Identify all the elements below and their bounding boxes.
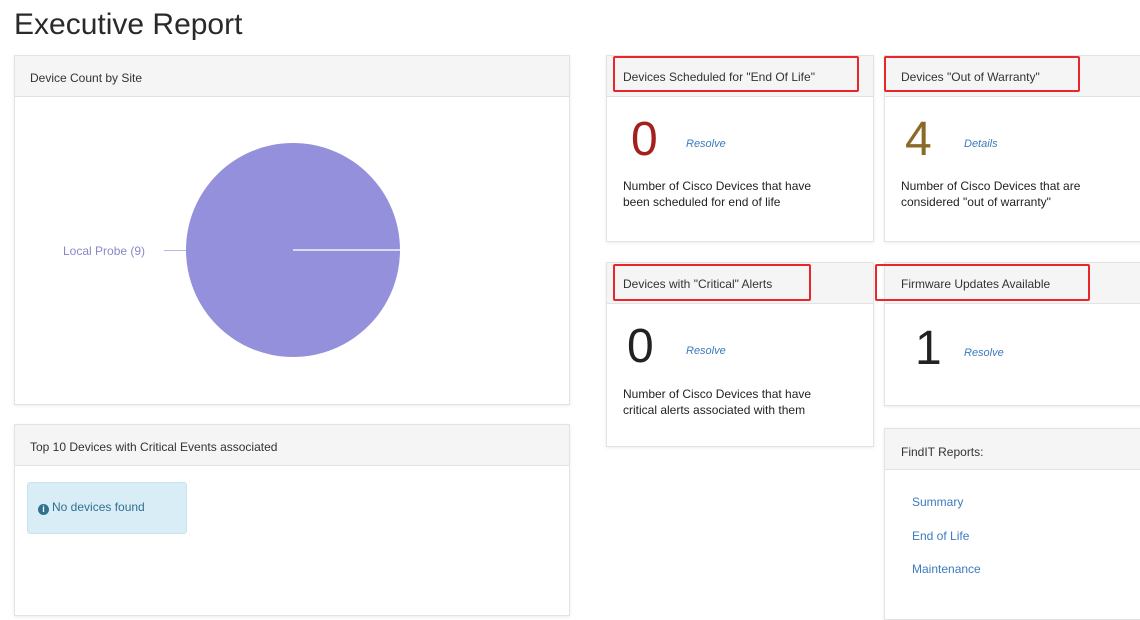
warranty-description-line2: considered "out of warranty" (901, 195, 1051, 209)
eol-count: 0 (631, 113, 658, 166)
report-link-end-of-life[interactable]: End of Life (912, 529, 969, 543)
empty-message: No devices found (52, 500, 145, 514)
info-icon: i (38, 504, 49, 515)
eol-title-highlight (613, 56, 859, 92)
eol-description-line1: Number of Cisco Devices that have (623, 179, 812, 193)
critical-description-line2: critical alerts associated with them (623, 403, 806, 417)
device-count-panel: Device Count by Site Local Probe (9) (14, 55, 570, 405)
page-title: Executive Report (14, 8, 243, 41)
pie-label-connector (164, 250, 186, 251)
eol-description-line2: been scheduled for end of life (623, 195, 781, 209)
warranty-description-line1: Number of Cisco Devices that are (901, 179, 1081, 193)
reports-panel: FindIT Reports: Summary End of Life Main… (884, 428, 1140, 620)
critical-title-highlight (613, 264, 811, 301)
panel-header: FindIT Reports: (885, 429, 1140, 470)
firmware-title-highlight (875, 264, 1090, 301)
critical-resolve-link[interactable]: Resolve (686, 345, 726, 357)
panel-title: Device Count by Site (30, 71, 143, 85)
critical-description-line1: Number of Cisco Devices that have (623, 387, 812, 401)
panel-header: Device Count by Site (15, 56, 569, 97)
critical-events-panel: Top 10 Devices with Critical Events asso… (14, 424, 570, 616)
panel-header: Top 10 Devices with Critical Events asso… (15, 425, 569, 466)
info-alert: i No devices found (27, 482, 187, 534)
warranty-details-link[interactable]: Details (964, 138, 998, 150)
eol-resolve-link[interactable]: Resolve (686, 138, 726, 150)
reports-panel-title: FindIT Reports: (901, 445, 984, 459)
pie-label: Local Probe (9) (63, 244, 146, 258)
panel-title: Top 10 Devices with Critical Events asso… (30, 440, 278, 454)
report-link-maintenance[interactable]: Maintenance (912, 562, 981, 576)
firmware-count: 1 (915, 322, 942, 375)
warranty-title-highlight (884, 56, 1080, 92)
report-link-summary[interactable]: Summary (912, 495, 963, 509)
critical-count: 0 (627, 320, 654, 373)
firmware-resolve-link[interactable]: Resolve (964, 347, 1004, 359)
warranty-count: 4 (905, 113, 932, 166)
